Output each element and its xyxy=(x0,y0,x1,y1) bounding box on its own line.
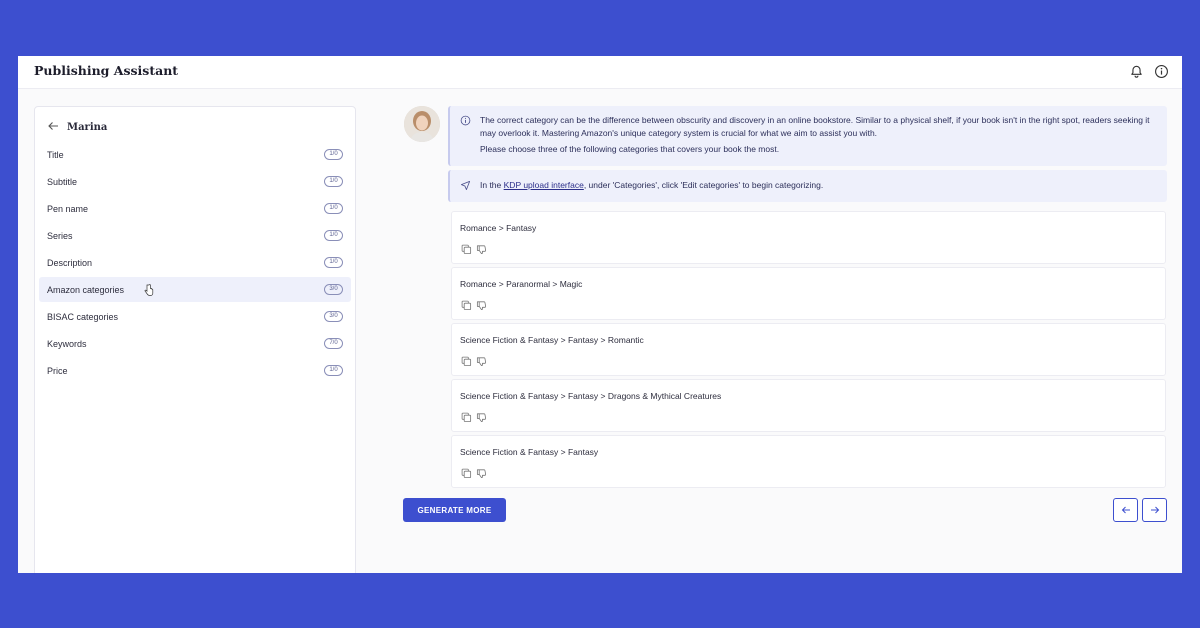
sidebar-item-label: BISAC categories xyxy=(47,311,119,322)
sidebar-item-keywords[interactable]: Keywords 7/0 xyxy=(35,331,355,356)
sidebar-item-label: Description xyxy=(47,257,93,268)
thumbs-down-icon[interactable] xyxy=(476,298,487,316)
progress-badge: 1/0 xyxy=(324,365,343,376)
progress-badge: 1/0 xyxy=(324,257,343,268)
sidebar-item-series[interactable]: Series 1/0 xyxy=(35,223,355,248)
category-card: Science Fiction & Fantasy > Fantasy xyxy=(451,435,1166,488)
category-text: Science Fiction & Fantasy > Fantasy xyxy=(460,447,599,457)
progress-badge: 1/0 xyxy=(324,230,343,241)
category-text: Romance > Fantasy xyxy=(460,223,537,233)
back-arrow-icon xyxy=(47,118,59,136)
sidebar-item-label: Series xyxy=(47,230,73,241)
progress-badge: 3/0 xyxy=(324,311,343,322)
sidebar-item-pen-name[interactable]: Pen name 1/0 xyxy=(35,196,355,221)
kdp-upload-link[interactable]: KDP upload interface xyxy=(504,180,584,190)
generate-more-button[interactable]: GENERATE MORE xyxy=(403,498,506,522)
sidebar: Marina Title 1/0 Subtitle 1/0 Pen name 1… xyxy=(34,106,356,573)
category-list: Romance > Fantasy Romance > Paranormal >… xyxy=(451,211,1166,491)
sidebar-item-description[interactable]: Description 1/0 xyxy=(35,250,355,275)
sidebar-menu: Title 1/0 Subtitle 1/0 Pen name 1/0 Seri… xyxy=(35,142,355,385)
send-icon xyxy=(460,180,471,193)
category-text: Science Fiction & Fantasy > Fantasy > Ro… xyxy=(460,335,644,345)
app-title: Publishing Assistant xyxy=(34,63,179,78)
sidebar-item-price[interactable]: Price 1/0 xyxy=(35,358,355,383)
sidebar-item-subtitle[interactable]: Subtitle 1/0 xyxy=(35,169,355,194)
copy-icon[interactable] xyxy=(461,242,472,260)
sidebar-item-title[interactable]: Title 1/0 xyxy=(35,142,355,167)
sidebar-item-bisac-categories[interactable]: BISAC categories 3/0 xyxy=(35,304,355,329)
next-button[interactable] xyxy=(1142,498,1167,522)
info-instruction: Please choose three of the following cat… xyxy=(480,144,780,154)
copy-icon[interactable] xyxy=(461,410,472,428)
sidebar-item-label: Keywords xyxy=(47,338,87,349)
assistant-avatar xyxy=(404,106,440,142)
bell-icon[interactable] xyxy=(1129,64,1144,79)
category-text: Science Fiction & Fantasy > Fantasy > Dr… xyxy=(460,391,722,401)
progress-badge: 1/0 xyxy=(324,149,343,160)
back-link[interactable]: Marina xyxy=(47,120,107,134)
category-card: Romance > Paranormal > Magic xyxy=(451,267,1166,320)
thumbs-down-icon[interactable] xyxy=(476,410,487,428)
progress-badge: 3/0 xyxy=(324,284,343,295)
sidebar-item-label: Title xyxy=(47,149,64,160)
arrow-left-icon xyxy=(1121,501,1131,519)
project-name: Marina xyxy=(67,121,108,133)
copy-icon[interactable] xyxy=(461,354,472,372)
thumbs-down-icon[interactable] xyxy=(476,354,487,372)
copy-icon[interactable] xyxy=(461,298,472,316)
progress-badge: 1/0 xyxy=(324,203,343,214)
progress-badge: 7/0 xyxy=(324,338,343,349)
app-window: Publishing Assistant Marina Title 1/0 Su… xyxy=(18,56,1182,573)
category-text: Romance > Paranormal > Magic xyxy=(460,279,583,289)
category-card: Science Fiction & Fantasy > Fantasy > Ro… xyxy=(451,323,1166,376)
hand-cursor-icon xyxy=(144,283,154,301)
info-icon xyxy=(460,115,471,130)
thumbs-down-icon[interactable] xyxy=(476,242,487,260)
sidebar-item-label: Pen name xyxy=(47,203,89,214)
arrow-right-icon xyxy=(1150,501,1160,519)
sidebar-item-label: Subtitle xyxy=(47,176,78,187)
kdp-suffix: , under 'Categories', click 'Edit catego… xyxy=(583,180,824,190)
thumbs-down-icon[interactable] xyxy=(476,466,487,484)
sidebar-item-label: Price xyxy=(47,365,68,376)
kdp-hint-message: In the KDP upload interface, under 'Cate… xyxy=(448,170,1167,202)
info-message: The correct category can be the differen… xyxy=(448,106,1167,166)
sidebar-item-amazon-categories[interactable]: Amazon categories 3/0 xyxy=(39,277,351,302)
kdp-prefix: In the xyxy=(480,180,504,190)
info-icon[interactable] xyxy=(1154,64,1169,79)
top-bar: Publishing Assistant xyxy=(18,56,1182,89)
progress-badge: 1/0 xyxy=(324,176,343,187)
copy-icon[interactable] xyxy=(461,466,472,484)
info-paragraph: The correct category can be the differen… xyxy=(480,115,1150,138)
category-card: Science Fiction & Fantasy > Fantasy > Dr… xyxy=(451,379,1166,432)
sidebar-item-label: Amazon categories xyxy=(47,284,125,295)
category-card: Romance > Fantasy xyxy=(451,211,1166,264)
previous-button[interactable] xyxy=(1113,498,1138,522)
